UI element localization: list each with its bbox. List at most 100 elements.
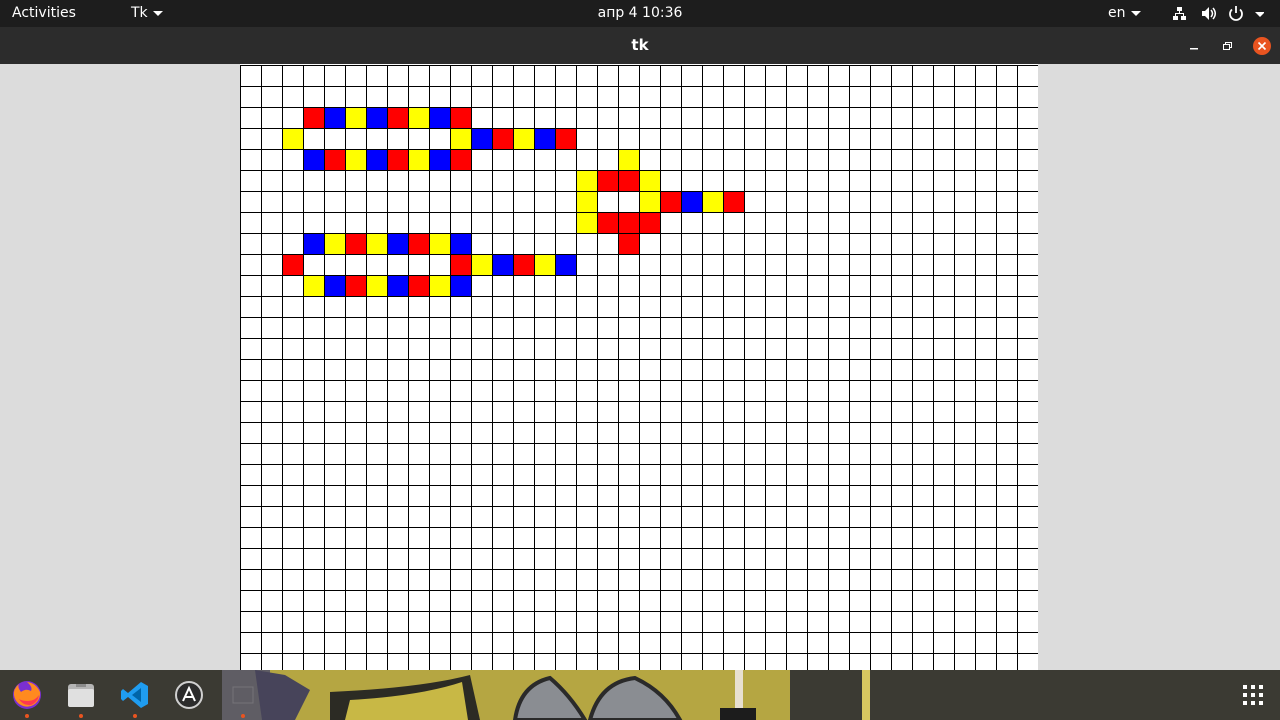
grid-cell[interactable] <box>639 464 661 486</box>
grid-cell[interactable] <box>828 317 850 339</box>
grid-cell[interactable] <box>828 506 850 528</box>
grid-cell[interactable] <box>387 275 409 297</box>
grid-cell[interactable] <box>366 296 388 318</box>
grid-cell[interactable] <box>870 212 892 234</box>
grid-cell[interactable] <box>807 296 829 318</box>
grid-cell[interactable] <box>765 632 787 654</box>
grid-cell[interactable] <box>681 296 703 318</box>
grid-cell[interactable] <box>366 317 388 339</box>
grid-cell[interactable] <box>681 548 703 570</box>
grid-cell[interactable] <box>933 359 955 381</box>
grid-cell[interactable] <box>954 485 976 507</box>
grid-cell[interactable] <box>555 443 577 465</box>
grid-cell[interactable] <box>534 569 556 591</box>
grid-cell[interactable] <box>765 128 787 150</box>
grid-cell[interactable] <box>765 485 787 507</box>
grid-cell[interactable] <box>954 443 976 465</box>
grid-cell[interactable] <box>555 485 577 507</box>
grid-cell[interactable] <box>744 380 766 402</box>
grid-cell[interactable] <box>387 212 409 234</box>
grid-cell[interactable] <box>282 359 304 381</box>
grid-cell[interactable] <box>576 212 598 234</box>
grid-cell[interactable] <box>282 569 304 591</box>
grid-cell[interactable] <box>744 422 766 444</box>
grid-cell[interactable] <box>912 632 934 654</box>
grid-cell[interactable] <box>303 380 325 402</box>
grid-cell[interactable] <box>492 170 514 192</box>
grid-cell[interactable] <box>492 338 514 360</box>
grid-cell[interactable] <box>576 86 598 108</box>
grid-cell[interactable] <box>471 506 493 528</box>
grid-cell[interactable] <box>513 359 535 381</box>
grid-cell[interactable] <box>429 569 451 591</box>
grid-cell[interactable] <box>597 443 619 465</box>
grid-cell[interactable] <box>744 233 766 255</box>
grid-cell[interactable] <box>1017 170 1039 192</box>
grid-cell[interactable] <box>555 548 577 570</box>
grid-cell[interactable] <box>408 275 430 297</box>
grid-cell[interactable] <box>555 380 577 402</box>
grid-cell[interactable] <box>933 464 955 486</box>
grid-cell[interactable] <box>975 548 997 570</box>
grid-cell[interactable] <box>996 107 1018 129</box>
grid-cell[interactable] <box>303 338 325 360</box>
grid-cell[interactable] <box>240 380 262 402</box>
grid-cell[interactable] <box>282 653 304 671</box>
grid-cell[interactable] <box>429 632 451 654</box>
grid-cell[interactable] <box>765 590 787 612</box>
grid-cell[interactable] <box>261 506 283 528</box>
grid-cell[interactable] <box>618 653 640 671</box>
grid-cell[interactable] <box>408 422 430 444</box>
grid-cell[interactable] <box>429 338 451 360</box>
grid-cell[interactable] <box>765 464 787 486</box>
grid-cell[interactable] <box>660 65 682 87</box>
grid-cell[interactable] <box>261 191 283 213</box>
grid-cell[interactable] <box>870 569 892 591</box>
grid-cell[interactable] <box>324 338 346 360</box>
grid-cell[interactable] <box>555 359 577 381</box>
grid-cell[interactable] <box>555 233 577 255</box>
grid-cell[interactable] <box>555 149 577 171</box>
grid-cell[interactable] <box>492 275 514 297</box>
grid-cell[interactable] <box>954 233 976 255</box>
grid-cell[interactable] <box>555 254 577 276</box>
grid-cell[interactable] <box>492 653 514 671</box>
grid-cell[interactable] <box>513 212 535 234</box>
grid-cell[interactable] <box>492 254 514 276</box>
grid-cell[interactable] <box>765 65 787 87</box>
grid-cell[interactable] <box>387 653 409 671</box>
grid-cell[interactable] <box>408 506 430 528</box>
grid-cell[interactable] <box>954 611 976 633</box>
grid-cell[interactable] <box>723 632 745 654</box>
grid-cell[interactable] <box>807 569 829 591</box>
grid-cell[interactable] <box>744 317 766 339</box>
grid-cell[interactable] <box>282 527 304 549</box>
grid-cell[interactable] <box>807 317 829 339</box>
grid-cell[interactable] <box>618 107 640 129</box>
grid-cell[interactable] <box>303 548 325 570</box>
grid-cell[interactable] <box>408 485 430 507</box>
grid-cell[interactable] <box>597 632 619 654</box>
grid-cell[interactable] <box>576 380 598 402</box>
grid-cell[interactable] <box>534 464 556 486</box>
grid-cell[interactable] <box>282 632 304 654</box>
grid-cell[interactable] <box>954 380 976 402</box>
grid-cell[interactable] <box>744 527 766 549</box>
grid-cell[interactable] <box>660 506 682 528</box>
grid-cell[interactable] <box>933 443 955 465</box>
grid-cell[interactable] <box>450 191 472 213</box>
grid-cell[interactable] <box>366 569 388 591</box>
grid-cell[interactable] <box>450 590 472 612</box>
grid-cell[interactable] <box>387 464 409 486</box>
grid-cell[interactable] <box>513 401 535 423</box>
grid-cell[interactable] <box>891 422 913 444</box>
grid-cell[interactable] <box>954 338 976 360</box>
grid-cell[interactable] <box>429 107 451 129</box>
grid-cell[interactable] <box>807 149 829 171</box>
grid-cell[interactable] <box>450 569 472 591</box>
grid-cell[interactable] <box>870 590 892 612</box>
grid-cell[interactable] <box>933 128 955 150</box>
grid-cell[interactable] <box>303 149 325 171</box>
grid-cell[interactable] <box>471 422 493 444</box>
grid-cell[interactable] <box>261 464 283 486</box>
